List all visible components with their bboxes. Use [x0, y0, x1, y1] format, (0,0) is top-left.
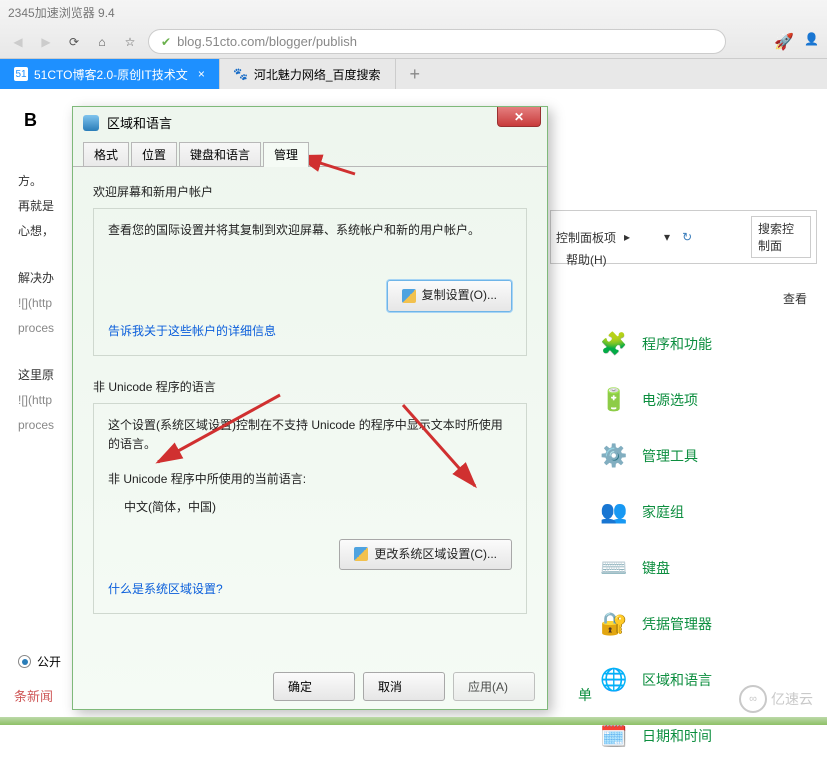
browser-chrome: 2345加速浏览器 9.4 ◀ ▶ ⟳ ⌂ ☆ ✔ blog.51cto.com…: [0, 0, 827, 59]
dialog-footer: 确定 取消 应用(A): [273, 672, 535, 701]
tab-add-button[interactable]: +: [396, 59, 435, 89]
section1-help-link[interactable]: 告诉我关于这些帐户的详细信息: [108, 322, 512, 341]
radio-dot-icon: [18, 655, 31, 668]
avatar-icon[interactable]: 👤: [804, 32, 819, 52]
tab-icon: 51: [14, 67, 28, 81]
taskbar-edge: [0, 717, 827, 725]
cp-item-homegroup[interactable]: 👥家庭组: [600, 498, 712, 526]
forward-button[interactable]: ▶: [36, 32, 56, 52]
browser-window-title: 2345加速浏览器 9.4: [0, 0, 827, 25]
cp-item-credentials[interactable]: 🔐凭据管理器: [600, 610, 712, 638]
dialog-close-button[interactable]: ✕: [497, 107, 541, 127]
copy-settings-button[interactable]: 复制设置(O)...: [387, 280, 512, 311]
breadcrumb-item[interactable]: 控制面板项: [556, 229, 616, 246]
radio-label: 公开: [37, 653, 61, 670]
reload-button[interactable]: ⟳: [64, 32, 84, 52]
section1-heading: 欢迎屏幕和新用户帐户: [93, 183, 527, 202]
url-text: blog.51cto.com/blogger/publish: [177, 34, 357, 49]
dialog-tab-format[interactable]: 格式: [83, 142, 129, 166]
dialog-tab-keyboard[interactable]: 键盘和语言: [179, 142, 261, 166]
dialog-tabstrip: 格式 位置 键盘和语言 管理: [73, 138, 547, 167]
lock-icon: ✔: [161, 35, 171, 49]
tab-label: 51CTO博客2.0-原创IT技术文: [34, 66, 188, 83]
tab-icon: 🐾: [234, 67, 248, 81]
dialog-titlebar[interactable]: 区域和语言: [73, 107, 547, 138]
cp-item-date-time[interactable]: 🗓️日期和时间: [600, 722, 712, 750]
shield-icon: [402, 289, 416, 303]
dialog-app-icon: [83, 115, 99, 131]
gear-icon: ⚙️: [600, 442, 628, 470]
region-language-dialog: 区域和语言 ✕ 格式 位置 键盘和语言 管理 欢迎屏幕和新用户帐户 查看您的国际…: [72, 106, 548, 710]
refresh-icon[interactable]: ↻: [682, 230, 692, 244]
view-link[interactable]: 查看: [783, 290, 807, 307]
apply-button[interactable]: 应用(A): [453, 672, 535, 701]
watermark-icon: ∞: [739, 685, 767, 713]
cancel-button[interactable]: 取消: [363, 672, 445, 701]
cp-item-keyboard[interactable]: ⌨️键盘: [600, 554, 712, 582]
tabs-bar: 51 51CTO博客2.0-原创IT技术文 × 🐾 河北魅力网络_百度搜索 +: [0, 59, 827, 89]
section2-heading: 非 Unicode 程序的语言: [93, 378, 527, 397]
chevron-right-icon: ▸: [624, 230, 630, 244]
programs-icon: 🧩: [600, 330, 628, 358]
credentials-icon: 🔐: [600, 610, 628, 638]
rocket-icon[interactable]: 🚀: [774, 32, 794, 52]
ok-button[interactable]: 确定: [273, 672, 355, 701]
tab-51cto[interactable]: 51 51CTO博客2.0-原创IT技术文 ×: [0, 59, 220, 89]
current-language-value: 中文(简体，中国): [108, 498, 512, 517]
close-icon[interactable]: ×: [198, 67, 205, 81]
watermark: ∞ 亿速云: [739, 685, 813, 713]
dropdown-chevron-icon[interactable]: ▾: [664, 230, 670, 244]
section2-help-link[interactable]: 什么是系统区域设置?: [108, 580, 512, 599]
dialog-body: 欢迎屏幕和新用户帐户 查看您的国际设置并将其复制到欢迎屏幕、系统帐户和新的用户帐…: [73, 167, 547, 648]
truncated-text: 单: [578, 685, 592, 705]
dialog-tab-location[interactable]: 位置: [131, 142, 177, 166]
news-link[interactable]: 条新闻: [14, 686, 53, 705]
change-locale-button[interactable]: 更改系统区域设置(C)...: [339, 539, 512, 570]
url-bar[interactable]: ✔ blog.51cto.com/blogger/publish: [148, 29, 726, 54]
shield-icon: [354, 547, 368, 561]
cp-item-admin-tools[interactable]: ⚙️管理工具: [600, 442, 712, 470]
control-panel-search[interactable]: 搜索控制面: [751, 216, 811, 258]
cp-item-power[interactable]: 🔋电源选项: [600, 386, 712, 414]
section2-description: 这个设置(系统区域设置)控制在不支持 Unicode 的程序中显示文本时所使用的…: [108, 416, 512, 454]
tab-baidu[interactable]: 🐾 河北魅力网络_百度搜索: [220, 59, 396, 89]
section2-subheading: 非 Unicode 程序中所使用的当前语言:: [108, 470, 512, 489]
globe-icon: 🌐: [600, 666, 628, 694]
star-button[interactable]: ☆: [120, 32, 140, 52]
back-button[interactable]: ◀: [8, 32, 28, 52]
home-button[interactable]: ⌂: [92, 32, 112, 52]
section1-description: 查看您的国际设置并将其复制到欢迎屏幕、系统帐户和新的用户帐户。: [108, 221, 512, 240]
browser-toolbar: ◀ ▶ ⟳ ⌂ ☆ ✔ blog.51cto.com/blogger/publi…: [0, 25, 827, 58]
article-snippet: 方。 再就是 心想， 解决办 ![](http proces 这里原 ![](h…: [18, 170, 54, 439]
keyboard-icon: ⌨️: [600, 554, 628, 582]
tab-label: 河北魅力网络_百度搜索: [254, 66, 381, 83]
dialog-title: 区域和语言: [107, 113, 172, 132]
bold-icon[interactable]: B: [24, 110, 37, 131]
calendar-icon: 🗓️: [600, 722, 628, 750]
dialog-tab-admin[interactable]: 管理: [263, 142, 309, 166]
power-icon: 🔋: [600, 386, 628, 414]
visibility-radio[interactable]: 公开: [18, 653, 61, 670]
cp-item-programs[interactable]: 🧩程序和功能: [600, 330, 712, 358]
cp-item-region-language[interactable]: 🌐区域和语言: [600, 666, 712, 694]
help-menu[interactable]: 帮助(H): [560, 245, 613, 274]
homegroup-icon: 👥: [600, 498, 628, 526]
control-panel-items: 🧩程序和功能 🔋电源选项 ⚙️管理工具 👥家庭组 ⌨️键盘 🔐凭据管理器 🌐区域…: [600, 330, 712, 778]
